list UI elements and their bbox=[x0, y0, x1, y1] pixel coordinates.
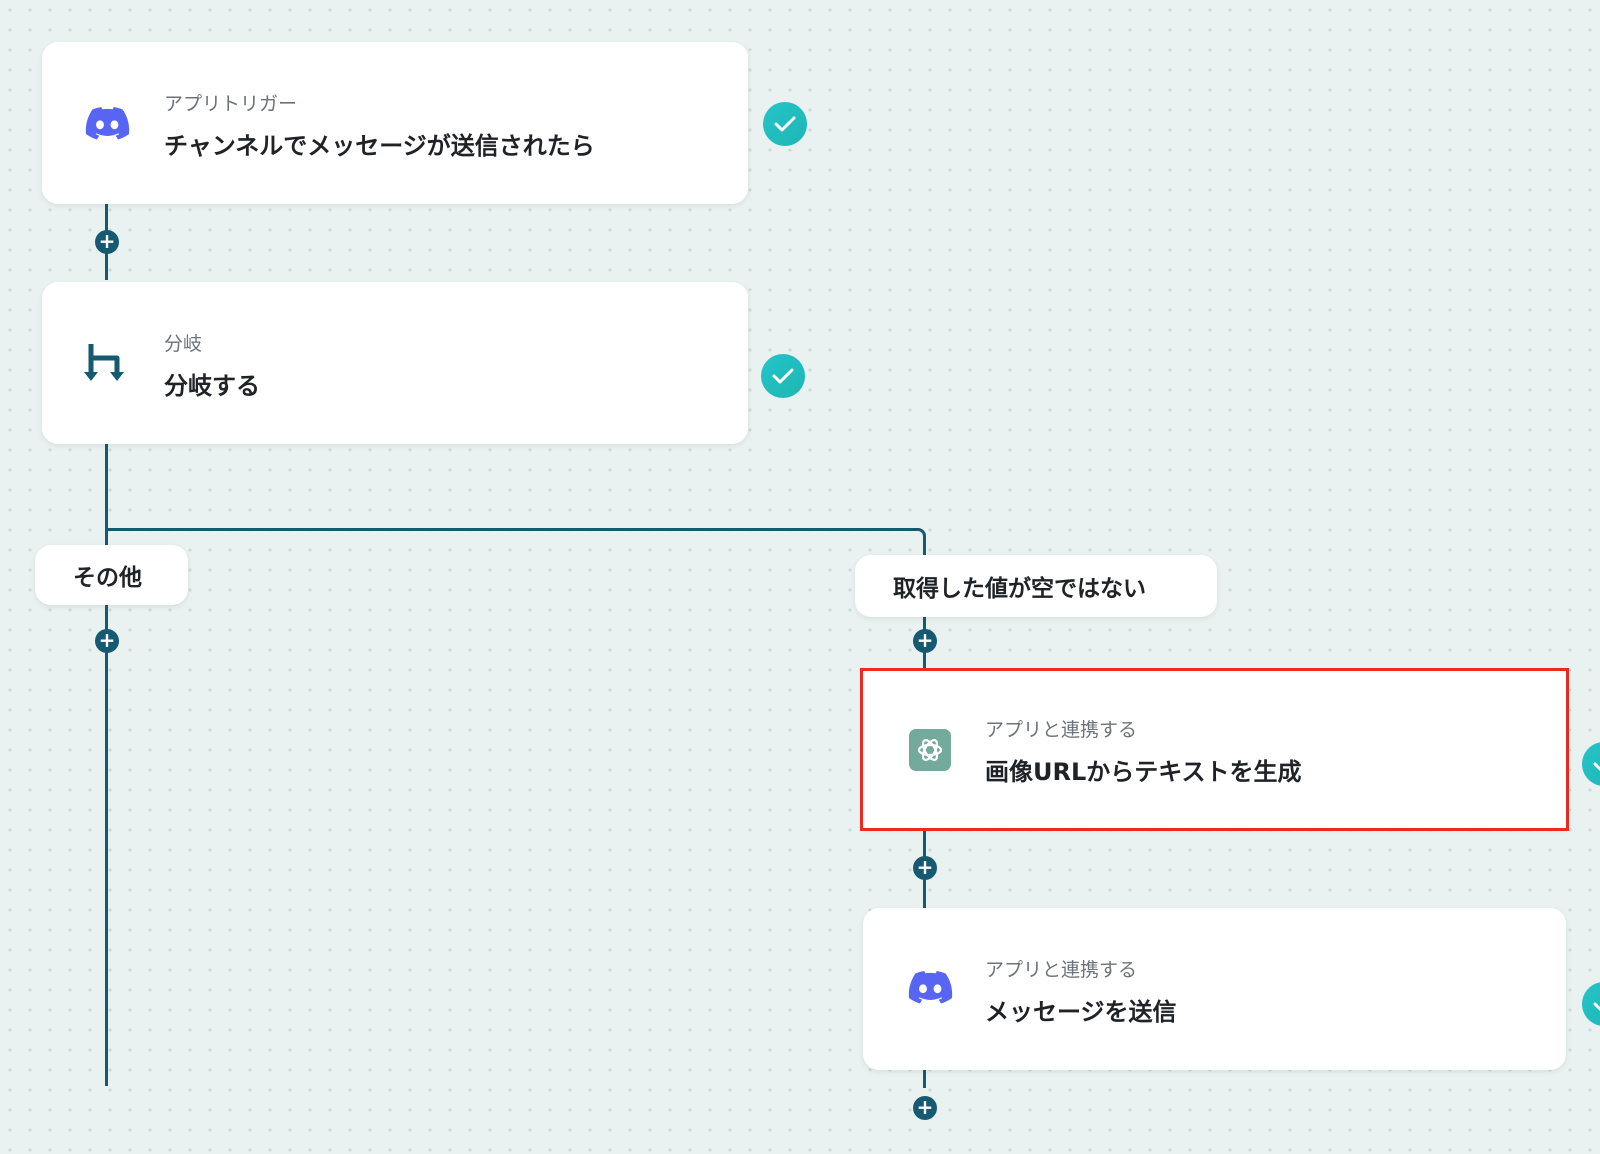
branch-icon bbox=[82, 344, 132, 384]
branch-label-other[interactable]: その他 bbox=[35, 545, 188, 605]
chatgpt-icon bbox=[905, 729, 955, 771]
connector-corner bbox=[906, 528, 926, 548]
connector-line bbox=[105, 528, 908, 531]
add-step-button[interactable]: + bbox=[913, 856, 937, 880]
add-step-button[interactable]: + bbox=[913, 1096, 937, 1120]
check-icon bbox=[1582, 982, 1600, 1026]
step-title: チャンネルでメッセージが送信されたら bbox=[164, 132, 595, 160]
chatgpt-card[interactable]: アプリと連携する 画像URLからテキストを生成 bbox=[860, 668, 1569, 831]
check-icon bbox=[1582, 742, 1600, 786]
step-type-label: アプリトリガー bbox=[164, 93, 298, 115]
connector-line bbox=[105, 436, 108, 1086]
step-title: 画像URLからテキストを生成 bbox=[985, 758, 1302, 786]
add-step-button[interactable]: + bbox=[95, 629, 119, 653]
step-title: 分岐する bbox=[164, 372, 260, 400]
check-icon bbox=[763, 102, 807, 146]
discord-send-card[interactable]: アプリと連携する メッセージを送信 bbox=[863, 908, 1566, 1070]
branch-card[interactable]: 分岐 分岐する bbox=[42, 282, 748, 444]
trigger-card[interactable]: アプリトリガー チャンネルでメッセージが送信されたら bbox=[42, 42, 748, 204]
branch-label-not-empty[interactable]: 取得した値が空ではない bbox=[855, 555, 1217, 617]
step-title: メッセージを送信 bbox=[985, 998, 1177, 1026]
step-type-label: 分岐 bbox=[164, 333, 203, 355]
add-step-button[interactable]: + bbox=[95, 230, 119, 254]
step-type-label: アプリと連携する bbox=[985, 959, 1138, 981]
discord-icon bbox=[905, 968, 955, 1008]
discord-icon bbox=[82, 104, 132, 144]
add-step-button[interactable]: + bbox=[913, 629, 937, 653]
check-icon bbox=[761, 354, 805, 398]
step-type-label: アプリと連携する bbox=[985, 719, 1138, 741]
